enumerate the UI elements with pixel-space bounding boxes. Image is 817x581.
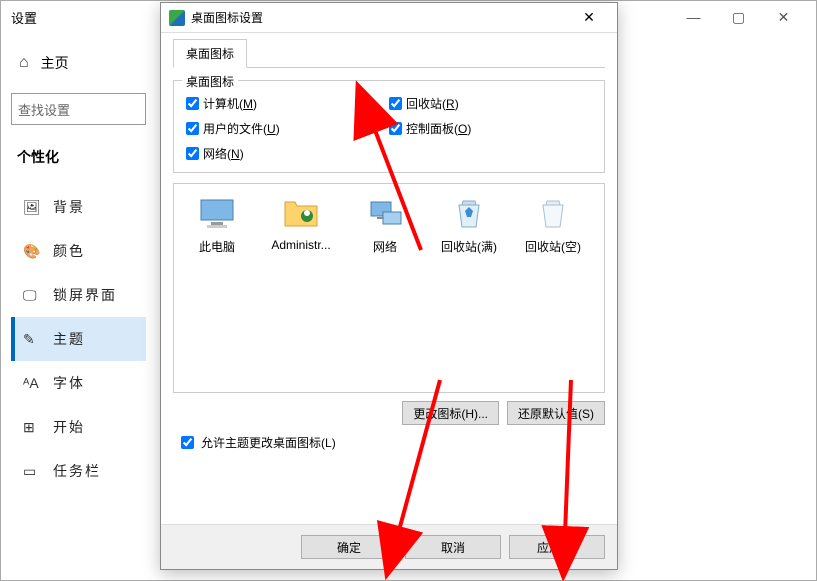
nav-background[interactable]: 🖼 背景 <box>11 185 146 229</box>
nav-home-label: 主页 <box>41 53 69 73</box>
change-icon-button[interactable]: 更改图标(H)... <box>402 401 499 425</box>
icon-grid: 此电脑 Administr... 网络 <box>184 196 594 255</box>
checkbox-label: 控制面板(O) <box>406 120 471 137</box>
checkbox-network-input[interactable] <box>186 147 199 160</box>
icon-label: 此电脑 <box>184 238 250 255</box>
checkbox-label: 允许主题更改桌面图标(L) <box>201 434 336 451</box>
dialog-footer: 确定 取消 应用(A) <box>161 524 617 569</box>
dialog-body: 桌面图标 桌面图标 计算机(M) 回收站(R) 用户的文件(U) <box>161 33 617 524</box>
taskbar-icon: ▭ <box>23 463 39 480</box>
icon-preview-panel: 此电脑 Administr... 网络 <box>173 183 605 393</box>
icon-recycle-empty[interactable]: 回收站(空) <box>520 196 586 255</box>
home-icon: ⌂ <box>19 54 29 72</box>
checkbox-userfiles-input[interactable] <box>186 122 199 135</box>
checkbox-user-files[interactable]: 用户的文件(U) <box>186 116 389 141</box>
dialog-titlebar: 桌面图标设置 ✕ <box>161 3 617 33</box>
checkbox-computer-input[interactable] <box>186 97 199 110</box>
desktop-icon-settings-dialog: 桌面图标设置 ✕ 桌面图标 桌面图标 计算机(M) 回收站(R) 用户的文件(U… <box>160 2 618 570</box>
dialog-title: 桌面图标设置 <box>191 9 263 26</box>
icon-user-folder[interactable]: Administr... <box>268 196 334 255</box>
lockscreen-icon: 🖵 <box>23 287 39 304</box>
folder-user-icon <box>281 196 321 232</box>
icon-label: 回收站(满) <box>436 238 502 255</box>
picture-icon: 🖼 <box>23 199 39 216</box>
restore-default-button[interactable]: 还原默认值(S) <box>507 401 605 425</box>
tab-strip: 桌面图标 <box>173 39 605 68</box>
maximize-button[interactable]: ▢ <box>716 2 761 32</box>
search-placeholder: 查找设置 <box>18 100 70 119</box>
apply-button[interactable]: 应用(A) <box>509 535 605 559</box>
recycle-empty-icon <box>533 196 573 232</box>
allow-themes-input[interactable] <box>181 436 194 449</box>
tab-desktop-icons[interactable]: 桌面图标 <box>173 39 247 68</box>
dialog-icon <box>169 10 185 26</box>
icon-buttons-row: 更改图标(H)... 还原默认值(S) <box>173 401 605 425</box>
nav-taskbar[interactable]: ▭ 任务栏 <box>11 449 146 493</box>
checkbox-computer[interactable]: 计算机(M) <box>186 91 389 116</box>
nav-label: 锁屏界面 <box>53 285 117 305</box>
settings-title: 设置 <box>11 8 37 27</box>
ok-button[interactable]: 确定 <box>301 535 397 559</box>
checkbox-controlpanel-input[interactable] <box>389 122 402 135</box>
section-title: 个性化 <box>11 143 146 185</box>
nav-label: 开始 <box>53 417 85 437</box>
recycle-full-icon <box>449 196 489 232</box>
close-button[interactable]: ✕ <box>761 2 806 32</box>
nav-label: 背景 <box>53 197 85 217</box>
icon-label: 回收站(空) <box>520 238 586 255</box>
checkbox-label: 用户的文件(U) <box>203 120 280 137</box>
checkbox-recycle-bin[interactable]: 回收站(R) <box>389 91 592 116</box>
icon-network[interactable]: 网络 <box>352 196 418 255</box>
group-title: 桌面图标 <box>182 73 238 90</box>
themes-icon: ✎ <box>23 331 39 348</box>
fonts-icon: ᴬA <box>23 375 39 391</box>
allow-themes-checkbox[interactable]: 允许主题更改桌面图标(L) <box>173 425 605 456</box>
nav-fonts[interactable]: ᴬA 字体 <box>11 361 146 405</box>
nav-label: 颜色 <box>53 241 85 261</box>
checkbox-recycle-input[interactable] <box>389 97 402 110</box>
network-icon <box>365 196 405 232</box>
desktop-icons-group: 桌面图标 计算机(M) 回收站(R) 用户的文件(U) 控制面板(O) <box>173 80 605 173</box>
checkbox-control-panel[interactable]: 控制面板(O) <box>389 116 592 141</box>
checkbox-label: 计算机(M) <box>203 95 257 112</box>
start-icon: ⊞ <box>23 419 39 436</box>
nav-lockscreen[interactable]: 🖵 锁屏界面 <box>11 273 146 317</box>
nav-colors[interactable]: 🎨 颜色 <box>11 229 146 273</box>
minimize-button[interactable]: — <box>671 2 716 32</box>
search-input[interactable]: 查找设置 <box>11 93 146 125</box>
nav-home[interactable]: ⌂ 主页 <box>11 43 146 83</box>
icon-recycle-full[interactable]: 回收站(满) <box>436 196 502 255</box>
icon-label: Administr... <box>268 238 334 252</box>
window-controls: — ▢ ✕ <box>671 2 806 32</box>
checkbox-label: 网络(N) <box>203 145 244 162</box>
nav-label: 主题 <box>53 329 85 349</box>
icon-label: 网络 <box>352 238 418 255</box>
nav-label: 字体 <box>53 373 85 393</box>
dialog-close-button[interactable]: ✕ <box>569 4 609 32</box>
palette-icon: 🎨 <box>23 243 39 260</box>
monitor-icon <box>197 196 237 232</box>
icon-this-pc[interactable]: 此电脑 <box>184 196 250 255</box>
nav-start[interactable]: ⊞ 开始 <box>11 405 146 449</box>
settings-sidebar: ⌂ 主页 查找设置 个性化 🖼 背景 🎨 颜色 🖵 锁屏界面 ✎ 主题 <box>1 43 156 493</box>
checkbox-label: 回收站(R) <box>406 95 459 112</box>
cancel-button[interactable]: 取消 <box>405 535 501 559</box>
checkbox-grid: 计算机(M) 回收站(R) 用户的文件(U) 控制面板(O) 网络(N) <box>186 91 592 166</box>
nav-themes[interactable]: ✎ 主题 <box>11 317 146 361</box>
checkbox-network[interactable]: 网络(N) <box>186 141 389 166</box>
nav-label: 任务栏 <box>53 461 101 481</box>
